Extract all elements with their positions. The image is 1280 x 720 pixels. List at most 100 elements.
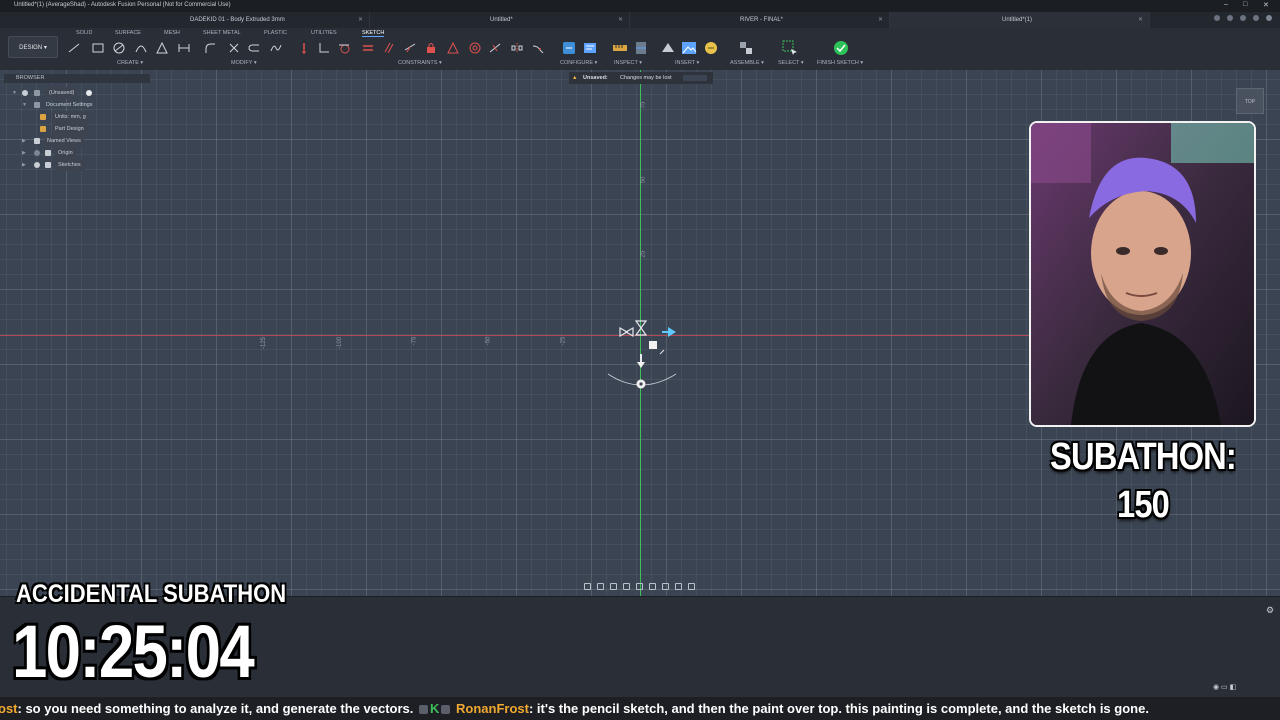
close-tab-icon[interactable]: ✕ xyxy=(878,12,883,28)
tab-utilities[interactable]: UTILITIES xyxy=(311,30,337,36)
collapse-arrow-icon[interactable]: ▼ xyxy=(22,99,27,111)
finish-sketch-menu[interactable]: FINISH SKETCH ▾ xyxy=(817,60,863,66)
configure-icon[interactable] xyxy=(561,40,577,56)
polygon-tool-icon[interactable] xyxy=(156,42,168,54)
fillet-tool-icon[interactable] xyxy=(204,42,216,54)
tab-surface[interactable]: SURFACE xyxy=(115,30,141,36)
zoom-icon[interactable] xyxy=(623,582,630,590)
minimize-button[interactable]: – xyxy=(1224,1,1228,8)
document-tab-bar: DADEKID 01 - Body Extruded 3mm ✕ Untitled… xyxy=(0,12,1280,28)
extensions-icon[interactable] xyxy=(1214,15,1220,21)
insert-menu[interactable]: INSERT ▾ xyxy=(675,60,699,66)
activate-radio-icon[interactable] xyxy=(86,90,92,96)
close-button[interactable]: ✕ xyxy=(1263,1,1269,9)
browser-item-named-views[interactable]: ▶ Named Views xyxy=(4,135,150,147)
doc-tab-active[interactable]: Untitled*(1) ✕ xyxy=(890,12,1150,28)
doc-tab[interactable]: Untitled* ✕ xyxy=(480,12,630,28)
create-label: CREATE xyxy=(117,60,139,66)
triangle-constraint-icon[interactable] xyxy=(447,42,459,54)
move-manipulator[interactable] xyxy=(600,308,690,394)
finish-sketch-icon[interactable] xyxy=(833,40,849,56)
parallel-icon[interactable] xyxy=(383,42,395,54)
browser-item-origin[interactable]: ▶ Origin xyxy=(4,147,150,159)
notifications-icon[interactable] xyxy=(1253,15,1259,21)
coincident-icon[interactable] xyxy=(298,42,310,54)
avatar[interactable] xyxy=(1266,15,1272,21)
help-icon[interactable] xyxy=(1240,15,1246,21)
tab-mesh[interactable]: MESH xyxy=(164,30,180,36)
doc-tab[interactable]: DADEKID 01 - Body Extruded 3mm ✕ xyxy=(180,12,370,28)
circle-tool-icon[interactable] xyxy=(113,42,125,54)
line-tool-icon[interactable] xyxy=(68,42,80,54)
eye-icon[interactable] xyxy=(22,90,28,96)
symmetry-icon[interactable] xyxy=(511,42,523,54)
eye-hidden-icon[interactable] xyxy=(34,150,40,156)
trim-tool-icon[interactable] xyxy=(228,42,240,54)
close-tab-icon[interactable]: ✕ xyxy=(618,12,623,28)
window-title: Untitled*(1) (AverageShad) - Autodesk Fu… xyxy=(14,2,231,8)
arc-tool-icon[interactable] xyxy=(135,42,147,54)
browser-item-sketches[interactable]: ▶ Sketches xyxy=(4,159,150,171)
expand-arrow-icon[interactable]: ▶ xyxy=(22,159,26,171)
maximize-button[interactable]: □ xyxy=(1243,1,1247,8)
spline-tool-icon[interactable] xyxy=(270,42,282,54)
job-status-icon[interactable] xyxy=(1227,15,1233,21)
browser-item-part-design[interactable]: Part Design xyxy=(4,123,150,135)
tab-sketch[interactable]: SKETCH xyxy=(362,30,385,37)
save-button[interactable] xyxy=(683,75,707,81)
look-at-icon[interactable] xyxy=(597,582,604,590)
select-icon[interactable] xyxy=(782,40,798,56)
fix-lock-icon[interactable] xyxy=(425,42,437,54)
settings-gear-icon[interactable]: ⚙ xyxy=(1266,605,1274,616)
concentric-icon[interactable] xyxy=(469,42,481,54)
inspect-menu[interactable]: INSPECT ▾ xyxy=(614,60,642,66)
modify-menu[interactable]: MODIFY ▾ xyxy=(231,60,257,66)
viewports-icon[interactable] xyxy=(675,582,682,590)
expand-arrow-icon[interactable]: ▶ xyxy=(22,147,26,159)
orbit-icon[interactable] xyxy=(584,582,591,590)
offset-tool-icon[interactable] xyxy=(248,42,260,54)
curvature-icon[interactable] xyxy=(532,42,544,54)
layout-icon[interactable] xyxy=(688,582,695,590)
tangent-icon[interactable] xyxy=(338,42,350,54)
expand-arrow-icon[interactable]: ▶ xyxy=(22,135,26,147)
measure-icon[interactable] xyxy=(612,40,628,56)
insert-mcmaster-icon[interactable] xyxy=(703,40,719,56)
tab-solid[interactable]: SOLID xyxy=(76,30,93,36)
close-tab-icon[interactable]: ✕ xyxy=(1138,12,1143,28)
dimension-tool-icon[interactable] xyxy=(178,42,190,54)
tab-plastic[interactable]: PLASTIC xyxy=(264,30,287,36)
display-settings-icon[interactable] xyxy=(649,582,656,590)
browser-root[interactable]: ▼ (Unsaved) xyxy=(4,87,150,99)
create-menu[interactable]: CREATE ▾ xyxy=(117,60,143,66)
browser-item-document-settings[interactable]: ▼ Document Settings xyxy=(4,99,150,111)
midpoint-icon[interactable] xyxy=(489,42,501,54)
view-cube[interactable]: TOP xyxy=(1236,88,1264,114)
insert-image-icon[interactable] xyxy=(681,40,697,56)
collinear-icon[interactable] xyxy=(404,42,416,54)
eye-icon[interactable] xyxy=(34,162,40,168)
select-menu[interactable]: SELECT ▾ xyxy=(778,60,804,66)
assemble-joint-icon[interactable] xyxy=(738,40,754,56)
insert-derive-icon[interactable] xyxy=(660,40,676,56)
finish-sketch-label: FINISH SKETCH xyxy=(817,60,859,66)
rectangle-tool-icon[interactable] xyxy=(92,42,104,54)
parameters-icon[interactable] xyxy=(582,40,598,56)
assemble-menu[interactable]: ASSEMBLE ▾ xyxy=(730,60,764,66)
fit-icon[interactable] xyxy=(636,582,643,590)
doc-tab[interactable]: RIVER - FINAL* ✕ xyxy=(730,12,890,28)
close-tab-icon[interactable]: ✕ xyxy=(358,12,363,28)
perpendicular-icon[interactable] xyxy=(318,42,330,54)
workspace-dropdown[interactable]: DESIGN ▾ xyxy=(8,36,58,58)
equal-icon[interactable] xyxy=(362,42,374,54)
tab-sheet-metal[interactable]: SHEET METAL xyxy=(203,30,241,36)
configure-menu[interactable]: CONFIGURE ▾ xyxy=(560,60,597,66)
timeline-controls-icon[interactable]: ◉ ▭ ◧ xyxy=(1213,683,1236,691)
collapse-arrow-icon[interactable]: ▼ xyxy=(12,87,17,99)
section-analysis-icon[interactable] xyxy=(634,40,648,56)
pan-icon[interactable] xyxy=(610,582,617,590)
constraints-menu[interactable]: CONSTRAINTS ▾ xyxy=(398,60,442,66)
browser-item-units[interactable]: Units: mm, g xyxy=(4,111,150,123)
doc-tab-label: Untitled* xyxy=(490,17,513,23)
grid-settings-icon[interactable] xyxy=(662,582,669,590)
